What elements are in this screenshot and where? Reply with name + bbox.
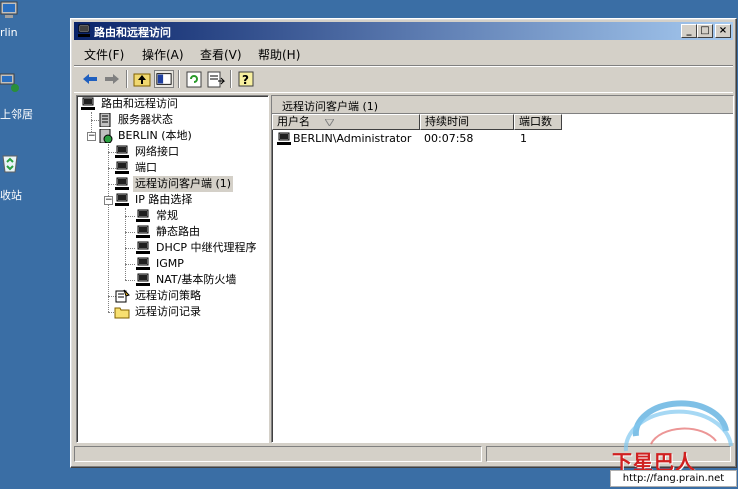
menu-view[interactable]: 查看(V) [200, 46, 242, 63]
tree-item-label: IGMP [156, 257, 184, 270]
tree-item-label: 远程访问策略 [135, 289, 201, 302]
menu-bar: 文件(F) 操作(A) 查看(V) 帮助(H) [74, 43, 733, 63]
tree-connector [125, 208, 126, 280]
server-icon [99, 129, 113, 143]
menu-file[interactable]: 文件(F) [84, 46, 124, 63]
desktop-icon-label-recycle[interactable]: 收站 [0, 187, 22, 203]
routing-icon [78, 24, 90, 37]
tree-item-label: DHCP 中继代理程序 [156, 241, 257, 254]
network-icon [136, 225, 150, 238]
policy-icon [115, 289, 130, 303]
help-icon[interactable]: ? [236, 70, 256, 88]
column-header-user[interactable]: 用户名 [272, 114, 420, 130]
folder-icon [114, 307, 130, 319]
network-icon [136, 273, 150, 286]
tree-item-label: 端口 [135, 161, 157, 174]
tree-item-label: 常规 [156, 209, 178, 222]
toolbar-separator [178, 70, 180, 88]
routing-icon [81, 97, 95, 110]
column-headers: 用户名 持续时间 端口数 [272, 114, 733, 130]
svg-text:?: ? [242, 73, 249, 87]
tree-connector [125, 280, 135, 281]
watermark-url: http://fang.prain.net [610, 470, 737, 487]
details-header: 远程访问客户端 (1) [272, 96, 733, 114]
server-status-icon [99, 113, 111, 127]
tree-item-label: BERLIN (本地) [118, 129, 192, 142]
network-icon [115, 193, 129, 206]
network-icon [277, 132, 291, 145]
cell-user: BERLIN\Administrator [293, 132, 412, 145]
toolbar-separator [230, 70, 232, 88]
tree-connector [108, 144, 109, 312]
column-header-ports[interactable]: 端口数 [514, 114, 562, 130]
toolbar: ? [74, 65, 733, 93]
tree-item-label: IP 路由选择 [135, 193, 193, 206]
table-row[interactable]: BERLIN\Administrator 00:07:58 1 [272, 131, 733, 147]
column-header-label: 持续时间 [425, 115, 469, 128]
column-header-label: 用户名 [277, 115, 310, 128]
network-icon [136, 209, 150, 222]
menu-action[interactable]: 操作(A) [142, 46, 184, 63]
details-pane[interactable]: 远程访问客户端 (1) 用户名 持续时间 端口数 BERLIN\Administ… [271, 95, 734, 443]
export-list-icon[interactable] [206, 70, 226, 88]
tree-item-label: 网络接口 [135, 145, 179, 158]
tree-item-label: 远程访问记录 [135, 305, 201, 318]
tree-connector [125, 264, 135, 265]
tree-connector [125, 232, 135, 233]
network-icon [115, 161, 129, 174]
details-title: 远程访问客户端 (1) [282, 100, 379, 113]
tree-item-label: NAT/基本防火墙 [156, 273, 237, 286]
tree-item-label: 路由和远程访问 [101, 97, 178, 110]
tree-collapse-toggle[interactable]: − [87, 132, 96, 141]
network-places-icon[interactable] [0, 72, 20, 94]
up-level-icon[interactable] [132, 70, 152, 88]
tree-collapse-toggle[interactable]: − [104, 196, 113, 205]
cell-ports: 1 [520, 132, 527, 145]
cell-duration: 00:07:58 [424, 132, 474, 145]
menu-help[interactable]: 帮助(H) [258, 46, 300, 63]
status-panel [74, 446, 482, 462]
sort-descending-icon [325, 119, 334, 126]
tree-item-label: 静态路由 [156, 225, 200, 238]
column-header-duration[interactable]: 持续时间 [420, 114, 514, 130]
tree-item-label: 服务器状态 [118, 113, 173, 126]
close-button[interactable]: × [715, 24, 731, 38]
network-icon [136, 257, 150, 270]
forward-icon[interactable] [102, 70, 122, 88]
column-header-label: 端口数 [519, 115, 552, 128]
title-bar[interactable]: 路由和远程访问 _ □ × [74, 22, 733, 40]
maximize-button[interactable]: □ [697, 24, 713, 38]
refresh-icon[interactable] [184, 70, 204, 88]
show-hide-tree-icon[interactable] [154, 70, 174, 88]
desktop-icon-label-computer[interactable]: rlin [0, 26, 18, 39]
network-icon [115, 177, 129, 190]
tree-item-label: 远程访问客户端 (1) [133, 176, 234, 192]
network-icon [115, 145, 129, 158]
network-icon [136, 241, 150, 254]
computer-icon[interactable] [0, 0, 20, 22]
desktop-icon-label-network[interactable]: 上邻居 [0, 106, 33, 122]
console-tree[interactable]: − − 路由和远程访问 服务器状态 BERLIN (本地) 网络接口 端口 远程… [76, 95, 269, 443]
tree-connector [125, 216, 135, 217]
toolbar-separator [126, 70, 128, 88]
recycle-bin-icon[interactable] [0, 152, 20, 174]
back-icon[interactable] [80, 70, 100, 88]
minimize-button[interactable]: _ [681, 24, 697, 38]
tree-connector [125, 248, 135, 249]
window-title: 路由和远程访问 [94, 26, 171, 39]
